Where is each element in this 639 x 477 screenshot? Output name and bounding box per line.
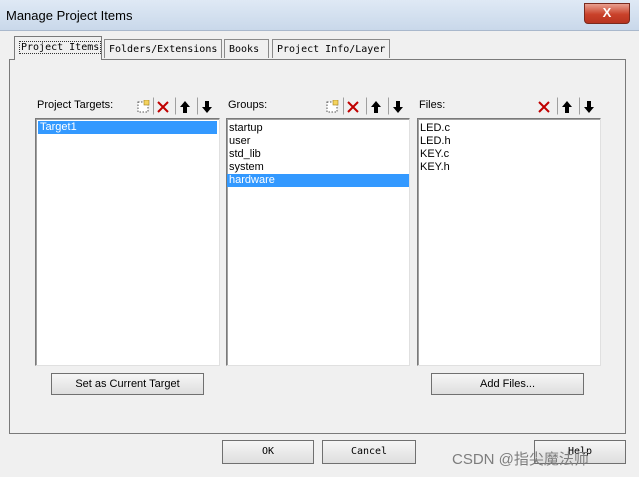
- add-files-button[interactable]: Add Files...: [431, 373, 584, 395]
- new-group-button[interactable]: [322, 97, 342, 115]
- delete-icon: [347, 101, 359, 113]
- tab-label: Project Info/Layer: [277, 44, 386, 55]
- groups-header: Groups:: [226, 97, 410, 117]
- move-up-icon: [371, 101, 381, 113]
- set-current-target-button[interactable]: Set as Current Target: [51, 373, 204, 395]
- delete-group-button[interactable]: [343, 97, 363, 115]
- list-item[interactable]: LED.h: [418, 135, 600, 148]
- list-item[interactable]: Target1: [38, 121, 217, 134]
- delete-file-button[interactable]: [534, 97, 554, 115]
- move-down-icon: [393, 101, 403, 113]
- move-down-icon: [584, 101, 594, 113]
- button-label: Cancel: [350, 446, 388, 457]
- button-label: Set as Current Target: [75, 378, 180, 390]
- move-up-target-button[interactable]: [175, 97, 195, 115]
- list-item[interactable]: LED.c: [418, 122, 600, 135]
- move-down-group-button[interactable]: [388, 97, 408, 115]
- window-title: Manage Project Items: [6, 8, 133, 23]
- move-up-file-button[interactable]: [557, 97, 577, 115]
- new-icon: [137, 99, 150, 113]
- list-item[interactable]: user: [227, 135, 409, 148]
- groups-label: Groups:: [228, 99, 268, 111]
- list-item[interactable]: system: [227, 161, 409, 174]
- move-down-icon: [202, 101, 212, 113]
- delete-target-button[interactable]: [153, 97, 173, 115]
- list-item[interactable]: KEY.c: [418, 148, 600, 161]
- cancel-button[interactable]: Cancel: [322, 440, 416, 464]
- ok-button[interactable]: OK: [222, 440, 314, 464]
- groups-list[interactable]: startup user std_lib system hardware: [226, 118, 410, 366]
- new-icon: [326, 99, 339, 113]
- tab-label: Folders/Extensions: [109, 44, 218, 55]
- tab-label: Books: [229, 44, 260, 55]
- list-item[interactable]: KEY.h: [418, 161, 600, 174]
- tab-label: Project Items: [19, 41, 102, 54]
- tab-folders-extensions[interactable]: Folders/Extensions: [104, 39, 222, 58]
- tab-books[interactable]: Books: [224, 39, 269, 58]
- button-label: Add Files...: [479, 378, 536, 390]
- delete-icon: [538, 101, 550, 113]
- list-item[interactable]: startup: [227, 122, 409, 135]
- watermark: CSDN @指尖魔法师: [452, 451, 589, 468]
- close-icon: X: [602, 5, 612, 20]
- move-down-target-button[interactable]: [197, 97, 217, 115]
- files-header: Files:: [417, 97, 601, 117]
- delete-icon: [157, 101, 169, 113]
- targets-list[interactable]: Target1: [35, 118, 220, 366]
- targets-label: Project Targets:: [37, 99, 114, 111]
- move-up-icon: [562, 101, 572, 113]
- tab-project-items[interactable]: Project Items: [14, 36, 102, 60]
- files-list[interactable]: LED.c LED.h KEY.c KEY.h: [417, 118, 601, 366]
- button-label: OK: [261, 446, 275, 457]
- move-down-file-button[interactable]: [579, 97, 599, 115]
- close-button[interactable]: X: [584, 3, 630, 24]
- files-label: Files:: [419, 99, 446, 111]
- tab-project-info-layer[interactable]: Project Info/Layer: [272, 39, 390, 58]
- move-up-group-button[interactable]: [366, 97, 386, 115]
- move-up-icon: [180, 101, 190, 113]
- new-target-button[interactable]: [133, 97, 153, 115]
- list-item[interactable]: std_lib: [227, 148, 409, 161]
- targets-header: Project Targets:: [35, 97, 220, 117]
- list-item[interactable]: hardware: [227, 174, 409, 187]
